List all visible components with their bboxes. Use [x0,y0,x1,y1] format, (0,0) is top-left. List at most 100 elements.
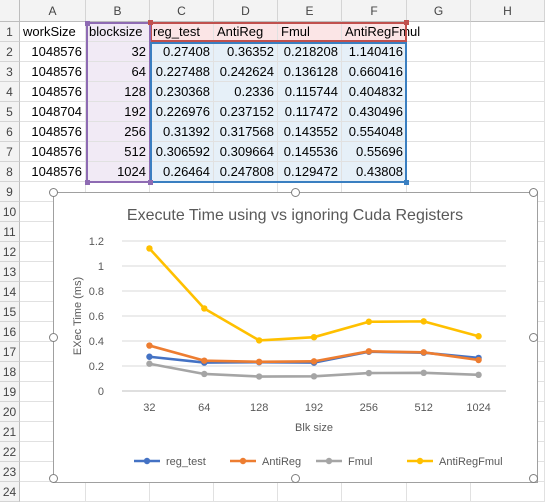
row-header-16[interactable]: 16 [0,322,20,342]
cell[interactable] [471,62,545,82]
cell[interactable] [407,22,471,42]
line-chart[interactable]: Execute Time using vs ignoring Cuda Regi… [49,188,538,483]
purple-range-handle[interactable] [85,180,90,185]
data-cell[interactable]: 0.31392 [150,122,214,142]
cell[interactable] [471,82,545,102]
cell[interactable] [471,142,545,162]
header-cell-antiregfmul[interactable]: AntiRegFmul [342,22,420,42]
data-cell[interactable]: 1048576 [20,162,86,182]
cell[interactable] [407,482,471,502]
cell[interactable] [471,102,545,122]
data-cell[interactable]: 0.309664 [214,142,278,162]
header-cell-fmul[interactable]: Fmul [278,22,342,42]
column-header-g[interactable]: G [407,0,471,22]
column-header-c[interactable]: C [150,0,214,22]
row-header-20[interactable]: 20 [0,402,20,422]
cell[interactable] [471,482,545,502]
row-header-5[interactable]: 5 [0,102,20,122]
cell[interactable] [407,42,471,62]
data-cell[interactable]: 1024 [86,162,150,182]
row-header-9[interactable]: 9 [0,182,20,202]
data-cell[interactable]: 0.227488 [150,62,214,82]
purple-range-handle[interactable] [148,180,153,185]
data-cell[interactable]: 0.143552 [278,122,342,142]
data-cell[interactable]: 32 [86,42,150,62]
cell[interactable] [407,162,471,182]
chart-resize-handle[interactable] [49,474,58,483]
column-header-a[interactable]: A [20,0,86,22]
row-header-6[interactable]: 6 [0,122,20,142]
data-cell[interactable]: 0.230368 [150,82,214,102]
data-cell[interactable]: 0.43808 [342,162,407,182]
header-cell-blocksize[interactable]: blocksize [86,22,150,42]
data-cell[interactable]: 0.27408 [150,42,214,62]
row-header-11[interactable]: 11 [0,222,20,242]
data-cell[interactable]: 1.140416 [342,42,407,62]
data-cell[interactable]: 0.55696 [342,142,407,162]
data-cell[interactable]: 512 [86,142,150,162]
column-header-f[interactable]: F [342,0,407,22]
row-header-18[interactable]: 18 [0,362,20,382]
data-cell[interactable]: 128 [86,82,150,102]
data-cell[interactable]: 0.242624 [214,62,278,82]
data-cell[interactable]: 0.136128 [278,62,342,82]
data-cell[interactable]: 0.129472 [278,162,342,182]
column-header-d[interactable]: D [214,0,278,22]
cell[interactable] [342,482,407,502]
select-all-corner[interactable] [0,0,20,22]
data-cell[interactable]: 192 [86,102,150,122]
column-header-h[interactable]: H [471,0,545,22]
chart-resize-handle[interactable] [529,474,538,483]
row-header-10[interactable]: 10 [0,202,20,222]
data-cell[interactable]: 0.226976 [150,102,214,122]
data-cell[interactable]: 1048576 [20,62,86,82]
data-cell[interactable]: 0.36352 [214,42,278,62]
header-cell-antireg[interactable]: AntiReg [214,22,278,42]
cell[interactable] [471,162,545,182]
row-header-22[interactable]: 22 [0,442,20,462]
chart-resize-handle[interactable] [529,188,538,197]
cell[interactable] [407,122,471,142]
data-cell[interactable]: 0.115744 [278,82,342,102]
row-header-7[interactable]: 7 [0,142,20,162]
cell[interactable] [214,482,278,502]
row-header-8[interactable]: 8 [0,162,20,182]
data-cell[interactable]: 1048576 [20,142,86,162]
data-cell[interactable]: 0.26464 [150,162,214,182]
row-header-2[interactable]: 2 [0,42,20,62]
data-cell[interactable]: 0.554048 [342,122,407,142]
data-cell[interactable]: 0.218208 [278,42,342,62]
column-header-e[interactable]: E [278,0,342,22]
data-cell[interactable]: 1048576 [20,122,86,142]
cell[interactable] [407,142,471,162]
row-header-4[interactable]: 4 [0,82,20,102]
row-header-12[interactable]: 12 [0,242,20,262]
data-cell[interactable]: 0.660416 [342,62,407,82]
cell[interactable] [407,82,471,102]
chart-resize-handle[interactable] [529,333,538,342]
data-cell[interactable]: 0.430496 [342,102,407,122]
cell[interactable] [407,62,471,82]
row-header-23[interactable]: 23 [0,462,20,482]
chart-resize-handle[interactable] [291,474,300,483]
row-header-21[interactable]: 21 [0,422,20,442]
data-cell[interactable]: 0.145536 [278,142,342,162]
red-range-handle[interactable] [148,20,153,25]
chart-resize-handle[interactable] [49,333,58,342]
data-cell[interactable]: 1048576 [20,42,86,62]
data-cell[interactable]: 0.306592 [150,142,214,162]
cell[interactable] [471,42,545,62]
row-header-1[interactable]: 1 [0,22,20,42]
data-cell[interactable]: 0.404832 [342,82,407,102]
cell[interactable] [150,482,214,502]
row-header-17[interactable]: 17 [0,342,20,362]
red-range-handle[interactable] [404,20,409,25]
row-header-19[interactable]: 19 [0,382,20,402]
row-header-13[interactable]: 13 [0,262,20,282]
data-cell[interactable]: 256 [86,122,150,142]
cell[interactable] [471,122,545,142]
row-header-3[interactable]: 3 [0,62,20,82]
chart-resize-handle[interactable] [49,188,58,197]
data-cell[interactable]: 1048576 [20,82,86,102]
cell[interactable] [86,482,150,502]
